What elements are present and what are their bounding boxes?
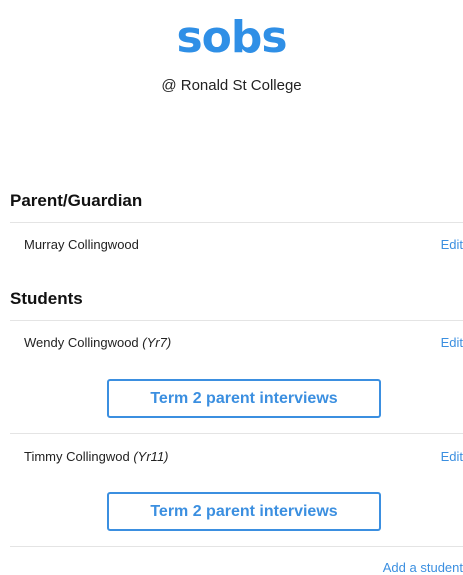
divider — [10, 320, 463, 321]
sobs-logo: sobs — [176, 12, 287, 63]
student-year: (Yr11) — [133, 449, 169, 464]
add-student-link[interactable]: Add a student — [383, 560, 463, 575]
parent-guardian-heading: Parent/Guardian — [10, 191, 143, 210]
edit-student-link[interactable]: Edit — [441, 335, 463, 350]
term-2-parent-interviews-button[interactable]: Term 2 parent interviews — [107, 492, 381, 531]
student-row-name: Timmy Collingwod (Yr11) — [24, 449, 169, 464]
divider — [10, 433, 463, 434]
students-heading: Students — [10, 289, 83, 308]
divider — [10, 222, 463, 223]
parent-name: Murray Collingwood — [24, 237, 139, 252]
student-row-name: Wendy Collingwood (Yr7) — [24, 335, 171, 350]
edit-student-link[interactable]: Edit — [441, 449, 463, 464]
term-2-parent-interviews-button[interactable]: Term 2 parent interviews — [107, 379, 381, 418]
student-year: (Yr7) — [142, 335, 172, 350]
student-name: Timmy Collingwod — [24, 449, 130, 464]
student-name: Wendy Collingwood — [24, 335, 139, 350]
school-name: @ Ronald St College — [161, 77, 302, 94]
edit-parent-link[interactable]: Edit — [441, 237, 463, 252]
divider — [10, 546, 463, 547]
